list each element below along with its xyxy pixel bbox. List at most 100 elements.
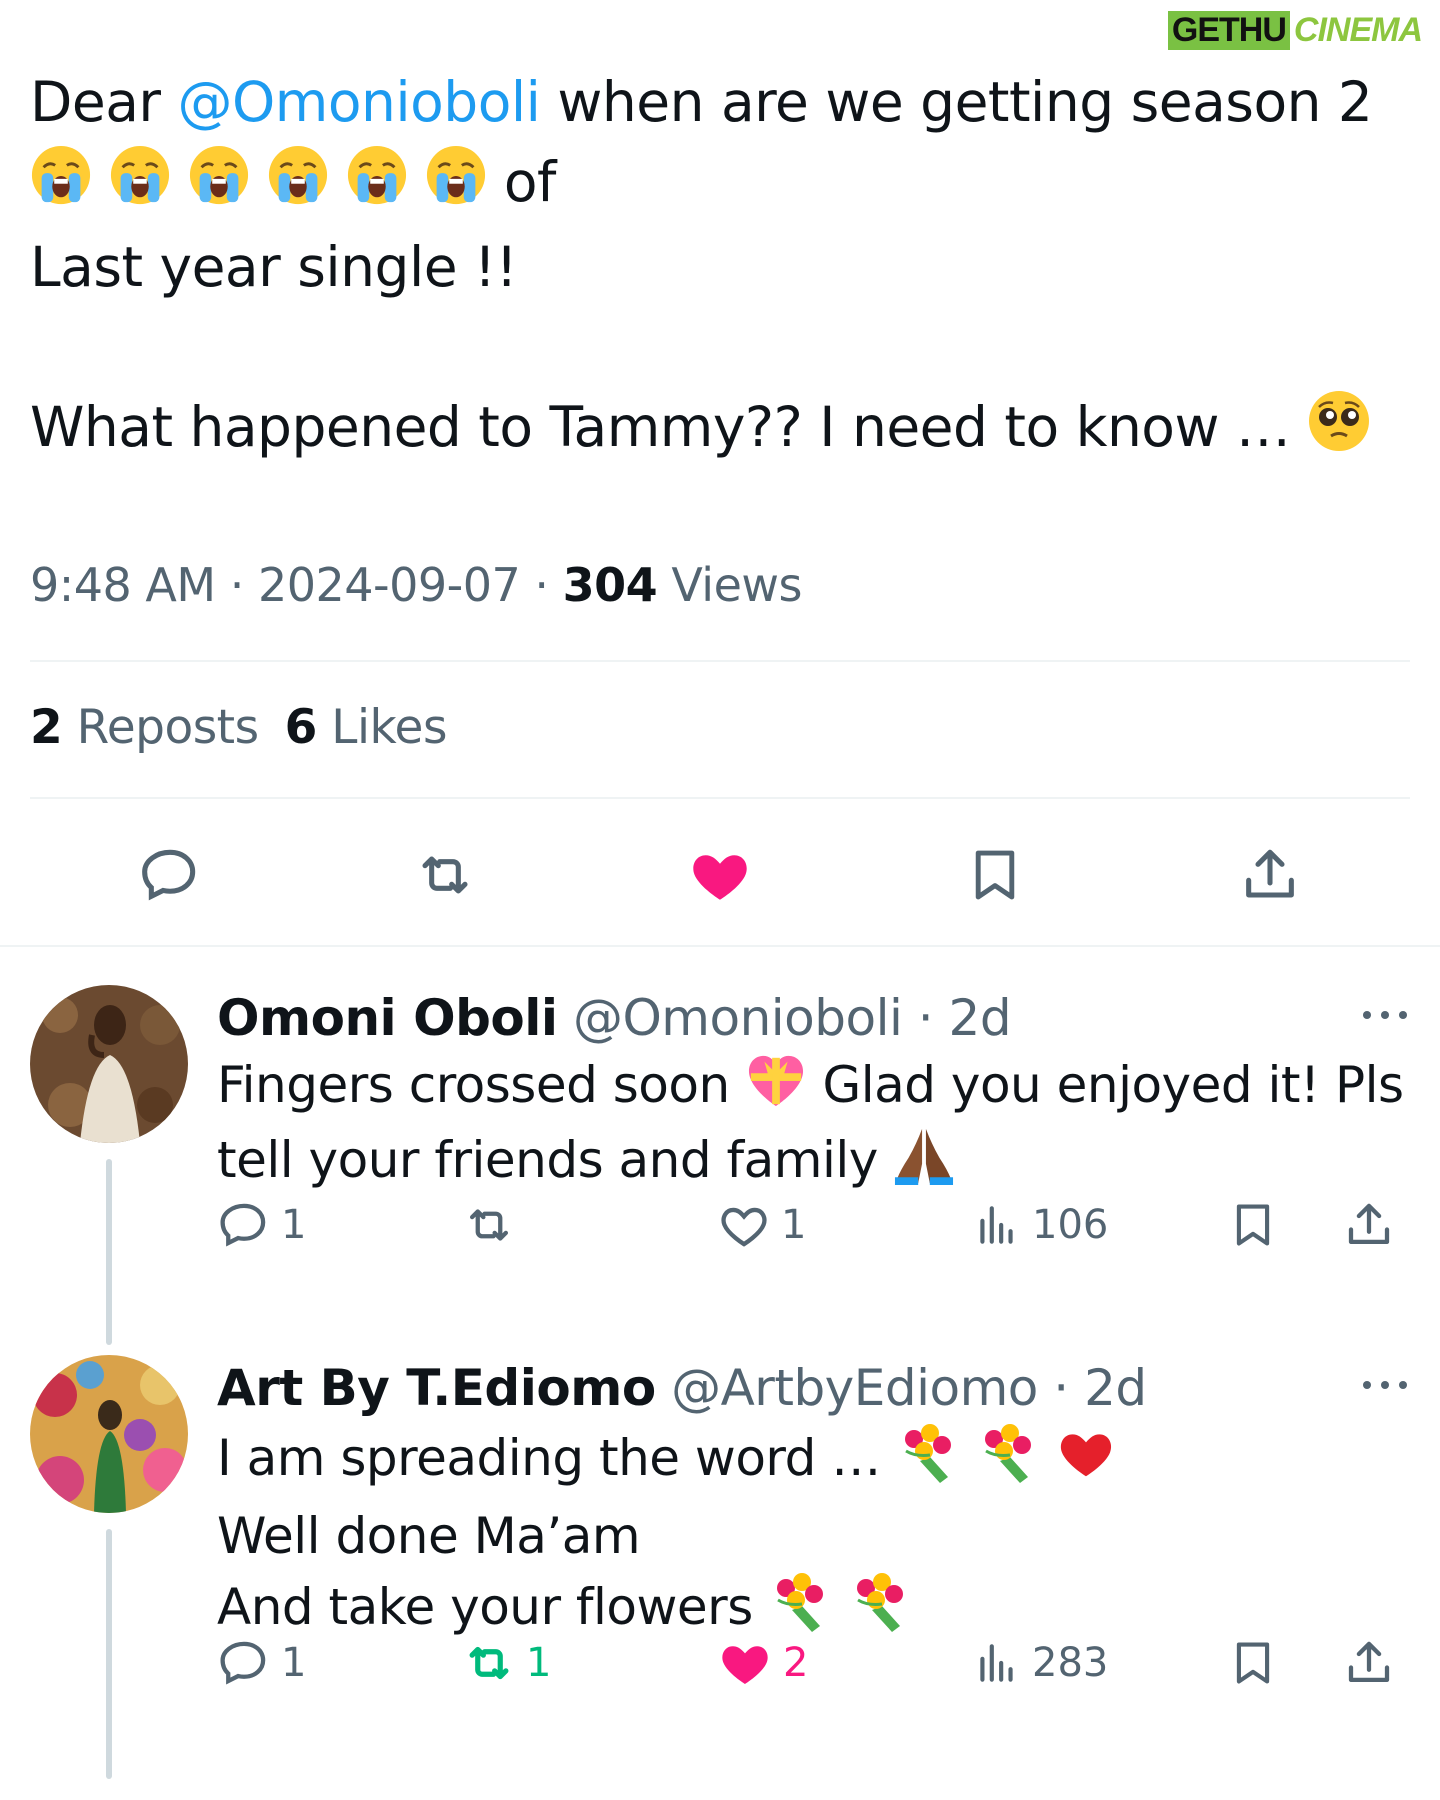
views-label: Views bbox=[657, 558, 802, 612]
reply-button[interactable] bbox=[130, 840, 210, 910]
bookmark-icon bbox=[1236, 1642, 1270, 1684]
repost-active-icon bbox=[469, 1646, 509, 1680]
more-options-icon[interactable] bbox=[1360, 1005, 1410, 1025]
heart-filled-icon bbox=[693, 855, 747, 900]
mention-link[interactable]: @Omonioboli bbox=[178, 70, 541, 134]
main-tweet-text: Dear @Omonioboli when are we getting sea… bbox=[30, 62, 1410, 474]
share-icon bbox=[1348, 1641, 1390, 1683]
repost-icon bbox=[422, 856, 468, 894]
reply-text: Fingers crossed soon Glad you enjoyed it… bbox=[217, 1051, 1417, 1202]
views-icon bbox=[980, 1644, 1013, 1682]
tweet-meta: 9:48 AM · 2024-09-07 · 304 Views bbox=[30, 558, 802, 612]
like-button[interactable] bbox=[680, 840, 760, 910]
avatar[interactable] bbox=[30, 1355, 188, 1513]
tweet-line-3: Last year single !! bbox=[30, 235, 518, 300]
reply-icon bbox=[220, 1203, 266, 1247]
thread-line bbox=[106, 1159, 112, 1345]
tweet-text-of: of bbox=[503, 150, 557, 214]
share-button[interactable] bbox=[1342, 1195, 1396, 1255]
tweet-text-tammy: What happened to Tammy?? I need to know … bbox=[30, 395, 1308, 460]
heart-with-ribbon-emoji bbox=[745, 1052, 807, 1125]
reply-button[interactable]: 1 bbox=[217, 1195, 306, 1255]
tweet-time[interactable]: 9:48 AM bbox=[30, 558, 216, 612]
views-icon bbox=[980, 1206, 1013, 1244]
reply-count: 1 bbox=[281, 1640, 307, 1686]
views-count: 283 bbox=[1032, 1640, 1109, 1686]
divider bbox=[0, 945, 1440, 947]
reply-icon bbox=[220, 1641, 266, 1685]
repost-icon bbox=[469, 1209, 509, 1241]
reply-text-part: And take your flowers bbox=[217, 1578, 769, 1636]
like-count: 1 bbox=[781, 1202, 807, 1248]
bouquet-emoji bbox=[896, 1421, 960, 1502]
reply-tweet[interactable]: Art By T.Ediomo @ArtbyEdiomo · 2d I am s… bbox=[0, 1355, 1440, 1785]
divider bbox=[30, 660, 1410, 662]
reply-text-line: tell your friends and family bbox=[217, 1125, 1417, 1202]
views-button[interactable]: 106 bbox=[972, 1195, 1108, 1255]
reply-icon bbox=[142, 849, 196, 901]
reply-body: Art By T.Ediomo @ArtbyEdiomo · 2d I am s… bbox=[217, 1355, 1417, 1651]
bookmark-button[interactable] bbox=[1227, 1633, 1279, 1693]
reply-body: Omoni Oboli @Omonioboli · 2d Fingers cro… bbox=[217, 985, 1417, 1202]
tweet-date[interactable]: 2024-09-07 bbox=[258, 558, 521, 612]
share-button[interactable] bbox=[1230, 840, 1310, 910]
reply-text-part: Fingers crossed soon bbox=[217, 1056, 746, 1114]
likes-stat[interactable]: 6 Likes bbox=[284, 700, 448, 755]
repost-button[interactable]: 1 bbox=[462, 1633, 551, 1693]
reply-header: Omoni Oboli @Omonioboli · 2d bbox=[217, 985, 1417, 1051]
crying-face-emoji bbox=[267, 144, 329, 227]
crying-face-emoji bbox=[109, 144, 171, 227]
share-icon bbox=[1246, 849, 1294, 898]
share-button[interactable] bbox=[1342, 1633, 1396, 1693]
author-handle[interactable]: @ArtbyEdiomo bbox=[671, 1359, 1038, 1417]
reply-count: 1 bbox=[281, 1202, 307, 1248]
meta-separator: · bbox=[215, 558, 258, 612]
views-button[interactable]: 283 bbox=[972, 1633, 1108, 1693]
folded-hands-emoji bbox=[893, 1125, 955, 1202]
reply-text-part: I am spreading the word … bbox=[217, 1429, 897, 1487]
crying-face-emoji bbox=[346, 144, 408, 227]
tweet-text-start: Dear bbox=[30, 70, 178, 134]
reply-action-bar: 1 1 2 283 bbox=[217, 1633, 1417, 1693]
pleading-face-emoji bbox=[1307, 389, 1371, 474]
reposts-count: 2 bbox=[30, 700, 63, 755]
likes-count: 6 bbox=[284, 700, 318, 755]
tweet-line-4: What happened to Tammy?? I need to know … bbox=[30, 387, 1410, 473]
bookmark-button[interactable] bbox=[1227, 1195, 1279, 1255]
reply-text: I am spreading the word … Well done Ma’a… bbox=[217, 1421, 1417, 1651]
repost-button[interactable] bbox=[462, 1195, 526, 1255]
meta-separator: · bbox=[520, 558, 563, 612]
reposts-stat[interactable]: 2 Reposts bbox=[30, 700, 259, 755]
bookmark-icon bbox=[975, 850, 1015, 900]
like-button[interactable]: 1 bbox=[717, 1195, 806, 1255]
author-handle[interactable]: @Omonioboli bbox=[573, 989, 903, 1047]
tweet-line-2: of bbox=[30, 142, 1410, 227]
reply-button[interactable]: 1 bbox=[217, 1633, 306, 1693]
more-options-icon[interactable] bbox=[1360, 1375, 1410, 1395]
bookmark-icon bbox=[1236, 1204, 1270, 1246]
divider bbox=[30, 797, 1410, 799]
likes-label: Likes bbox=[316, 700, 447, 755]
repost-button[interactable] bbox=[405, 840, 485, 910]
tweet-line-1: Dear @Omonioboli when are we getting sea… bbox=[30, 62, 1410, 142]
reply-text-part: tell your friends and family bbox=[217, 1131, 894, 1189]
reply-tweet[interactable]: Omoni Oboli @Omonioboli · 2d Fingers cro… bbox=[0, 985, 1440, 1345]
reply-text-part: Glad you enjoyed it! Pls bbox=[807, 1056, 1404, 1114]
author-name[interactable]: Omoni Oboli bbox=[217, 989, 558, 1047]
like-button[interactable]: 2 bbox=[717, 1633, 808, 1693]
author-name[interactable]: Art By T.Ediomo bbox=[217, 1359, 656, 1417]
bookmark-button[interactable] bbox=[955, 840, 1035, 910]
heart-filled-icon bbox=[722, 1646, 768, 1684]
like-count: 2 bbox=[783, 1640, 809, 1686]
views-count: 304 bbox=[562, 558, 658, 612]
tweet-action-bar bbox=[0, 840, 1440, 910]
tweet-stats: 2 Reposts 6 Likes bbox=[30, 700, 447, 755]
reply-text-line: Well done Ma’am bbox=[217, 1507, 641, 1565]
reply-time: · 2d bbox=[902, 989, 1012, 1047]
reply-action-bar: 1 1 106 bbox=[217, 1195, 1417, 1255]
avatar[interactable] bbox=[30, 985, 188, 1143]
heart-icon bbox=[721, 1207, 767, 1247]
reply-time: · 2d bbox=[1037, 1359, 1147, 1417]
bouquet-emoji bbox=[976, 1421, 1040, 1502]
